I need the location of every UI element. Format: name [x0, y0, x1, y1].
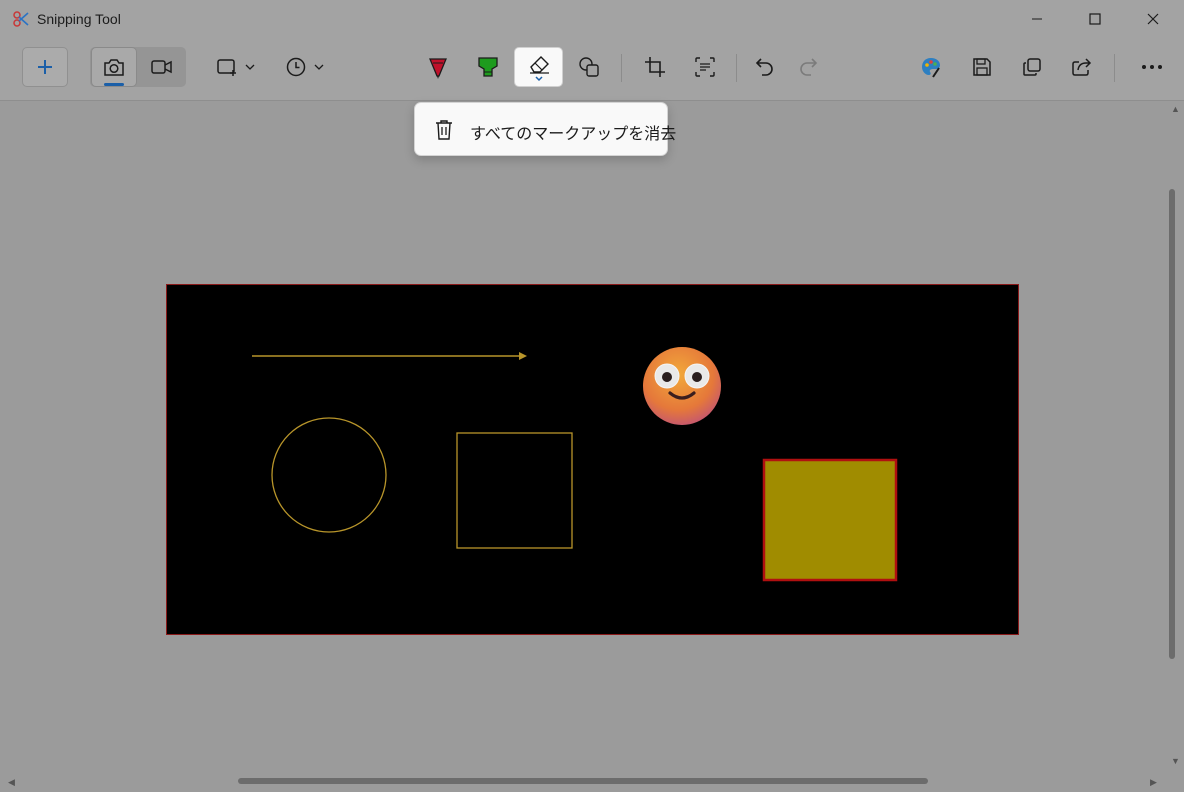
filled-square-markup [762, 458, 898, 582]
shapes-icon [579, 57, 599, 77]
video-mode-button[interactable] [139, 47, 185, 87]
share-button[interactable] [1059, 47, 1105, 87]
vertical-scroll-thumb[interactable] [1169, 189, 1175, 659]
maximize-button[interactable] [1066, 0, 1124, 38]
toolbar-separator [621, 54, 622, 82]
plus-icon [38, 60, 52, 74]
more-options-button[interactable] [1129, 47, 1175, 87]
trash-icon [436, 120, 452, 140]
scroll-up-icon[interactable]: ▲ [1171, 104, 1180, 114]
arrow-markup [252, 352, 527, 360]
toolbar-separator [736, 54, 737, 82]
undo-button[interactable] [742, 47, 786, 87]
screenshot-mode-button[interactable] [91, 47, 137, 87]
save-icon [973, 58, 991, 76]
clear-all-markup-item[interactable]: すべてのマークアップを消去 [419, 107, 676, 151]
copy-icon [1023, 58, 1041, 76]
scroll-left-icon[interactable]: ◀ [8, 777, 15, 788]
save-button[interactable] [959, 47, 1005, 87]
minimize-button[interactable] [1008, 0, 1066, 38]
toolbar-separator [1114, 54, 1115, 82]
snip-delay-dropdown[interactable] [280, 47, 330, 87]
selected-mode-indicator [104, 83, 124, 86]
close-button[interactable] [1124, 0, 1182, 38]
video-camera-icon [151, 60, 172, 74]
scroll-right-icon[interactable]: ▶ [1150, 777, 1157, 788]
copy-button[interactable] [1009, 47, 1055, 87]
text-actions-button[interactable] [683, 47, 727, 87]
undo-icon [755, 58, 773, 76]
eraser-menu: すべてのマークアップを消去 [414, 102, 676, 156]
paint-palette-icon [922, 58, 940, 78]
shapes-button[interactable] [567, 47, 611, 87]
eraser-button[interactable] [514, 47, 563, 87]
highlighter-icon [478, 57, 498, 77]
scroll-down-icon[interactable]: ▼ [1171, 756, 1180, 766]
redo-icon [800, 58, 818, 76]
smiling-face-emoji [643, 347, 721, 425]
clock-icon [286, 57, 306, 77]
redo-button[interactable] [787, 47, 831, 87]
close-icon [1147, 13, 1159, 25]
share-icon [1072, 58, 1092, 76]
maximize-icon [1089, 13, 1101, 25]
snipping-tool-app-icon [13, 11, 29, 27]
rectangle-snip-icon [217, 59, 236, 76]
toolbar [0, 38, 1184, 101]
crop-button[interactable] [633, 47, 677, 87]
circle-markup [271, 417, 387, 533]
camera-icon [104, 59, 124, 76]
captured-image [166, 284, 1019, 635]
edit-in-paint-button[interactable] [908, 47, 954, 87]
more-icon [1142, 65, 1162, 69]
window-title: Snipping Tool [37, 11, 121, 27]
pen-icon [429, 58, 447, 79]
horizontal-scroll-thumb[interactable] [238, 778, 928, 784]
square-markup [456, 432, 573, 549]
new-snip-button[interactable] [22, 47, 68, 87]
snip-shape-dropdown[interactable] [208, 47, 264, 87]
highlighter-button[interactable] [466, 47, 510, 87]
clear-all-markup-label: すべてのマークアップを消去 [470, 126, 677, 143]
chevron-down-icon [245, 64, 255, 70]
chevron-down-icon [314, 64, 324, 70]
eraser-icon [529, 56, 549, 82]
text-scan-icon [695, 57, 715, 77]
markup-layer [252, 347, 898, 582]
snipping-tool-window: Snipping Tool すべてのマークアップを消去 ▲ ▼ ◀ ▶ [0, 0, 1184, 792]
crop-icon [645, 57, 665, 77]
title-bar: Snipping Tool [0, 0, 1184, 38]
minimize-icon [1032, 18, 1042, 20]
ballpoint-pen-button[interactable] [417, 47, 459, 87]
